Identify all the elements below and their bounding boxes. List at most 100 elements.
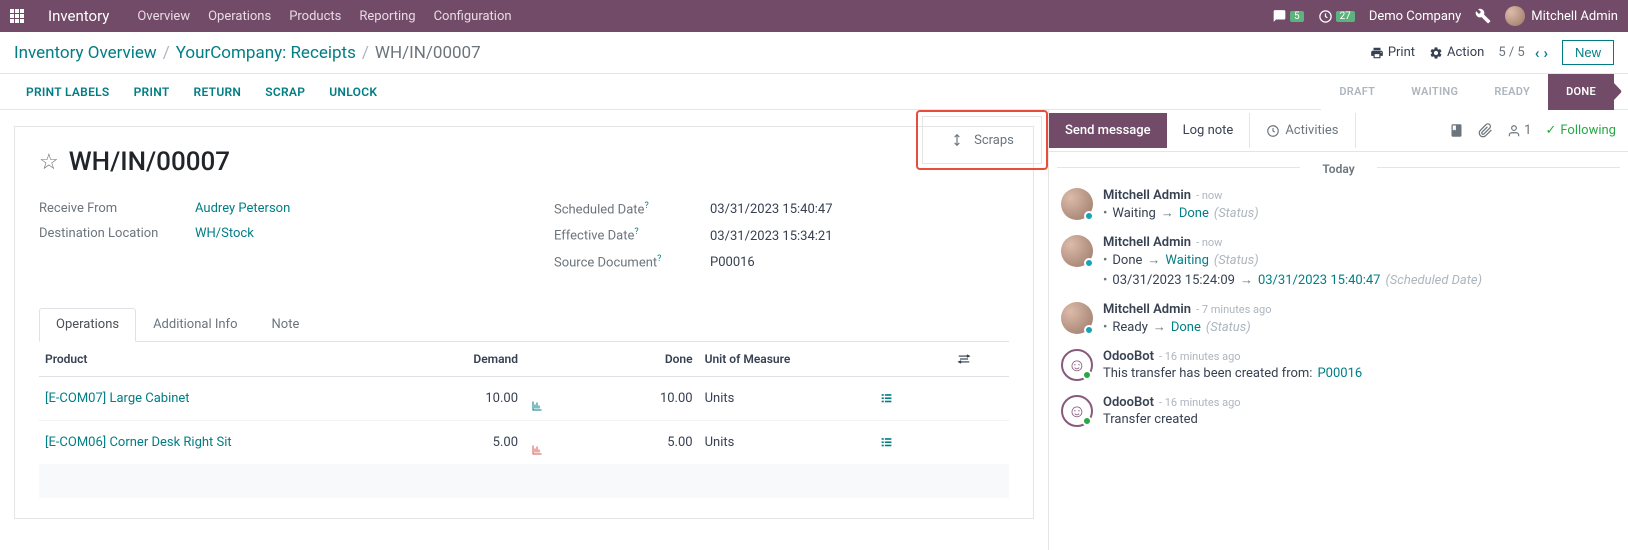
scrap-button[interactable]: SCRAP: [253, 77, 317, 107]
demand-cell: 5.00: [427, 420, 524, 464]
receive-from-value[interactable]: Audrey Peterson: [195, 201, 290, 216]
details-icon[interactable]: [879, 436, 945, 449]
new-button[interactable]: New: [1562, 40, 1614, 65]
forecast-icon[interactable]: [530, 385, 576, 412]
message-author[interactable]: OdooBot: [1103, 349, 1154, 364]
details-icon[interactable]: [879, 392, 945, 405]
status-ready[interactable]: READY: [1476, 74, 1548, 110]
th-demand[interactable]: Demand: [427, 342, 524, 377]
print-labels-button[interactable]: PRINT LABELS: [14, 77, 122, 107]
breadcrumb: Inventory Overview / YourCompany: Receip…: [14, 43, 481, 63]
debug-icon[interactable]: [1475, 8, 1491, 24]
activities-button[interactable]: Activities: [1249, 113, 1355, 148]
dest-value[interactable]: WH/Stock: [195, 226, 254, 241]
message-link[interactable]: Waiting: [1165, 253, 1208, 268]
status-bar: DRAFT WAITING READY DONE: [1321, 74, 1614, 110]
message-author[interactable]: OdooBot: [1103, 395, 1154, 410]
arrows-icon: [950, 130, 964, 150]
message-time: - 16 minutes ago: [1159, 350, 1241, 363]
message: OdooBot - 16 minutes ago Transfer create…: [1049, 389, 1628, 435]
clock-icon: [1266, 124, 1280, 138]
company-name[interactable]: Demo Company: [1369, 9, 1461, 24]
following-button[interactable]: ✓ Following: [1545, 123, 1616, 138]
unlock-button[interactable]: UNLOCK: [317, 77, 389, 107]
message-link[interactable]: Done: [1171, 320, 1201, 335]
activities-button[interactable]: 27: [1318, 9, 1355, 24]
message-author[interactable]: Mitchell Admin: [1103, 302, 1191, 317]
clock-icon: [1318, 9, 1333, 24]
star-icon[interactable]: ☆: [39, 150, 59, 175]
th-uom[interactable]: Unit of Measure: [699, 342, 874, 377]
th-product[interactable]: Product: [39, 342, 427, 377]
table-row[interactable]: [E-COM06] Corner Desk Right Sit 5.00 5.0…: [39, 420, 1009, 464]
nav-products[interactable]: Products: [289, 9, 341, 24]
brand[interactable]: Inventory: [48, 7, 109, 25]
uom-cell: Units: [699, 376, 874, 420]
message-line: •03/31/2023 15:24:09→03/31/2023 15:40:47…: [1103, 270, 1616, 290]
product-cell[interactable]: [E-COM07] Large Cabinet: [39, 376, 427, 420]
today-separator: Today: [1049, 152, 1628, 182]
message-avatar: [1061, 188, 1093, 220]
tab-note[interactable]: Note: [255, 308, 317, 341]
pager-prev[interactable]: ‹: [1535, 44, 1540, 62]
print-icon: [1370, 46, 1384, 60]
return-button[interactable]: RETURN: [182, 77, 254, 107]
message-link[interactable]: P00016: [1317, 366, 1362, 381]
forecast-icon[interactable]: [530, 429, 576, 456]
send-message-button[interactable]: Send message: [1049, 113, 1167, 148]
pager: 5 / 5 ‹ ›: [1498, 44, 1548, 62]
status-draft[interactable]: DRAFT: [1321, 74, 1393, 110]
nav-reporting[interactable]: Reporting: [359, 9, 415, 24]
tab-operations[interactable]: Operations: [39, 308, 136, 342]
action-button[interactable]: Action: [1429, 45, 1484, 60]
message-avatar: [1061, 235, 1093, 267]
apps-icon[interactable]: [10, 9, 24, 23]
breadcrumb-sep: /: [163, 43, 170, 63]
book-icon[interactable]: [1449, 123, 1464, 138]
scraps-smart-button[interactable]: Scraps: [922, 116, 1042, 164]
message-link[interactable]: Done: [1179, 206, 1209, 221]
breadcrumb-receipts[interactable]: YourCompany: Receipts: [176, 43, 356, 63]
breadcrumb-overview[interactable]: Inventory Overview: [14, 43, 157, 63]
message-line: •Waiting→Done(Status): [1103, 203, 1616, 223]
tab-additional-info[interactable]: Additional Info: [136, 308, 254, 341]
tabs: Operations Additional Info Note: [39, 308, 1009, 342]
attachment-icon[interactable]: [1478, 123, 1493, 138]
message-author[interactable]: Mitchell Admin: [1103, 235, 1191, 250]
message-link[interactable]: 03/31/2023 15:40:47: [1258, 273, 1381, 288]
status-done[interactable]: DONE: [1548, 74, 1614, 110]
message-avatar: [1061, 302, 1093, 334]
status-waiting[interactable]: WAITING: [1393, 74, 1476, 110]
action-row: PRINT LABELS PRINT RETURN SCRAP UNLOCK D…: [0, 74, 1628, 110]
nav-configuration[interactable]: Configuration: [434, 9, 512, 24]
nav-overview[interactable]: Overview: [137, 9, 190, 24]
message-time: - 7 minutes ago: [1196, 303, 1271, 316]
scraps-label: Scraps: [974, 133, 1014, 148]
user-menu[interactable]: Mitchell Admin: [1505, 6, 1618, 26]
product-cell[interactable]: [E-COM06] Corner Desk Right Sit: [39, 420, 427, 464]
nav-operations[interactable]: Operations: [208, 9, 271, 24]
table-row[interactable]: [E-COM07] Large Cabinet 10.00 10.00 Unit…: [39, 376, 1009, 420]
user-avatar: [1505, 6, 1525, 26]
message-line: Transfer created: [1103, 410, 1616, 429]
message-author[interactable]: Mitchell Admin: [1103, 188, 1191, 203]
smart-button-highlight: Scraps: [916, 110, 1048, 170]
document-title: WH/IN/00007: [69, 147, 230, 177]
message-time: - 16 minutes ago: [1159, 396, 1241, 409]
src-value: P00016: [710, 255, 755, 270]
print-button-2[interactable]: PRINT: [122, 77, 182, 107]
receive-from-label: Receive From: [39, 201, 195, 216]
chat-count: 5: [1290, 11, 1304, 22]
followers[interactable]: 1: [1507, 123, 1531, 138]
pager-next[interactable]: ›: [1543, 44, 1548, 62]
messaging-button[interactable]: 5: [1272, 9, 1304, 23]
message-line: •Done→Waiting(Status): [1103, 250, 1616, 270]
done-cell: 10.00: [582, 376, 698, 420]
th-done[interactable]: Done: [582, 342, 698, 377]
columns-icon[interactable]: [957, 352, 1003, 366]
form-sheet: ☆ WH/IN/00007 Receive From Audrey Peters…: [14, 126, 1034, 519]
print-button[interactable]: Print: [1370, 45, 1415, 60]
log-note-button[interactable]: Log note: [1167, 113, 1250, 148]
gear-icon: [1429, 46, 1443, 60]
clock-count: 27: [1336, 11, 1355, 22]
